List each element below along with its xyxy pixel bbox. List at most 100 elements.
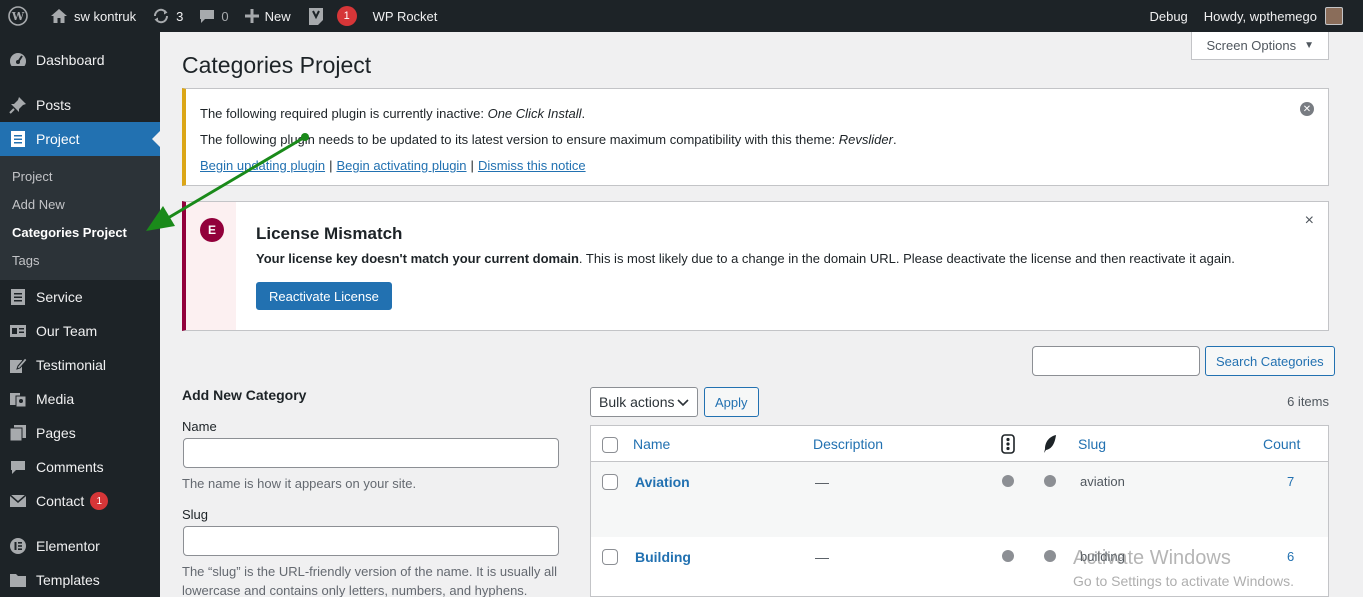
notice-line1-prefix: The following required plugin is current… (200, 106, 488, 121)
yoast-badge: 1 (336, 6, 357, 26)
row-checkbox[interactable] (602, 549, 618, 565)
admin-bar: W sw kontruk 3 0 New 1 WP Rocket Debug H… (0, 0, 1363, 32)
column-count[interactable]: Count (1263, 436, 1300, 452)
readability-status-dot (1044, 475, 1056, 487)
submenu-categories-project[interactable]: Categories Project (0, 218, 160, 246)
table-header: Name Description Slug Count (591, 426, 1328, 462)
menu-dashboard[interactable]: Dashboard (0, 43, 160, 77)
row-checkbox[interactable] (602, 474, 618, 490)
screen-options-button[interactable]: Screen Options ▼ (1191, 32, 1329, 60)
menu-our-team[interactable]: Our Team (0, 314, 160, 348)
yoast-menu[interactable]: 1 (299, 0, 365, 32)
begin-updating-link[interactable]: Begin updating plugin (200, 158, 325, 173)
notice-links: Begin updating plugin | Begin activating p… (200, 159, 1314, 173)
dashboard-icon (8, 50, 28, 70)
menu-templates[interactable]: Templates (0, 563, 160, 597)
bulk-actions-value: Bulk actions (599, 394, 675, 410)
submenu-project[interactable]: Project (0, 162, 160, 190)
menu-testimonial[interactable]: Testimonial (0, 348, 160, 382)
windows-watermark-subtitle: Go to Settings to activate Windows. (1073, 573, 1294, 589)
column-slug[interactable]: Slug (1078, 436, 1106, 452)
category-name-link[interactable]: Aviation (635, 474, 690, 490)
id-card-icon (8, 321, 28, 341)
edit-icon (8, 355, 28, 375)
name-label: Name (182, 419, 217, 434)
elementor-icon (8, 536, 28, 556)
wordpress-icon: W (8, 6, 28, 26)
close-icon[interactable]: × (1305, 212, 1314, 230)
bulk-actions-select[interactable]: Bulk actions (590, 387, 698, 417)
slug-description-line2: lowercase and contains only letters, num… (182, 583, 528, 597)
menu-posts-label: Posts (36, 97, 72, 113)
search-categories-input[interactable] (1032, 346, 1200, 376)
plus-icon (244, 9, 259, 23)
category-name-link[interactable]: Building (635, 549, 691, 565)
submenu-tags[interactable]: Tags (0, 246, 160, 274)
name-input[interactable] (183, 438, 559, 468)
slug-description: The “slug” is the URL-friendly version o… (182, 562, 562, 597)
wp-rocket-label: WP Rocket (372, 8, 438, 24)
home-icon (50, 8, 68, 24)
menu-service-label: Service (36, 289, 83, 305)
avatar (1325, 7, 1343, 25)
column-description[interactable]: Description (813, 436, 883, 452)
search-categories-button[interactable]: Search Categories (1205, 346, 1335, 376)
menu-posts[interactable]: Posts (0, 88, 160, 122)
site-name-menu[interactable]: sw kontruk (42, 0, 144, 32)
dismiss-circle-icon[interactable]: ✕ (1300, 102, 1314, 116)
document-icon (8, 129, 28, 149)
menu-contact[interactable]: Contact 1 (0, 484, 160, 518)
notice-plugin-revslider: Revslider (838, 132, 893, 147)
reactivate-license-button[interactable]: Reactivate License (256, 282, 392, 310)
comments-menu[interactable]: 0 (191, 0, 236, 32)
site-name: sw kontruk (74, 8, 137, 24)
plugin-notice: The following required plugin is current… (182, 88, 1329, 186)
apply-button[interactable]: Apply (704, 387, 759, 417)
menu-comments[interactable]: Comments (0, 450, 160, 484)
menu-service[interactable]: Service (0, 280, 160, 314)
category-count-link[interactable]: 6 (1287, 549, 1294, 564)
readability-status-dot (1044, 550, 1056, 562)
begin-activating-link[interactable]: Begin activating plugin (336, 158, 466, 173)
updates-icon (152, 7, 170, 25)
feather-icon[interactable] (1042, 434, 1058, 457)
category-count-link[interactable]: 7 (1287, 474, 1294, 489)
new-content-menu[interactable]: New (237, 0, 299, 32)
menu-project[interactable]: Project (0, 122, 160, 156)
column-name[interactable]: Name (633, 436, 670, 452)
license-msg-bold: Your license key doesn't match your curr… (256, 251, 579, 266)
comment-icon (199, 8, 215, 24)
select-all-checkbox[interactable] (602, 437, 618, 453)
license-msg-rest: . This is most likely due to a change in… (578, 251, 1235, 266)
submenu-add-new[interactable]: Add New (0, 190, 160, 218)
chevron-down-icon (677, 394, 689, 410)
menu-pages-label: Pages (36, 425, 76, 441)
category-description: — (815, 474, 829, 490)
menu-contact-label: Contact (36, 493, 85, 509)
dismiss-notice-link[interactable]: Dismiss this notice (478, 158, 586, 173)
service-icon (8, 287, 28, 307)
separator: | (470, 158, 474, 173)
menu-elementor[interactable]: Elementor (0, 529, 160, 563)
category-slug: aviation (1080, 474, 1125, 489)
menu-project-label: Project (36, 131, 80, 147)
notice-line-inactive: The following required plugin is current… (200, 107, 1314, 121)
slug-input[interactable] (183, 526, 559, 556)
separator: | (329, 158, 333, 173)
menu-our-team-label: Our Team (36, 323, 98, 339)
seo-status-dot (1002, 475, 1014, 487)
howdy-text: Howdy, wpthemego (1203, 8, 1317, 24)
new-label: New (264, 8, 291, 24)
debug-menu[interactable]: Debug (1141, 0, 1195, 32)
notice-plugin-one-click: One Click Install (487, 106, 582, 121)
wp-rocket-menu[interactable]: WP Rocket (365, 0, 446, 32)
updates-count: 3 (176, 8, 184, 24)
traffic-light-icon[interactable] (1001, 434, 1015, 457)
menu-media[interactable]: Media (0, 382, 160, 416)
updates-menu[interactable]: 3 (144, 0, 191, 32)
my-account-menu[interactable]: Howdy, wpthemego (1196, 0, 1363, 32)
menu-pages[interactable]: Pages (0, 416, 160, 450)
wordpress-logo-menu[interactable]: W (0, 0, 42, 32)
debug-label: Debug (1149, 8, 1188, 24)
menu-media-label: Media (36, 391, 75, 407)
